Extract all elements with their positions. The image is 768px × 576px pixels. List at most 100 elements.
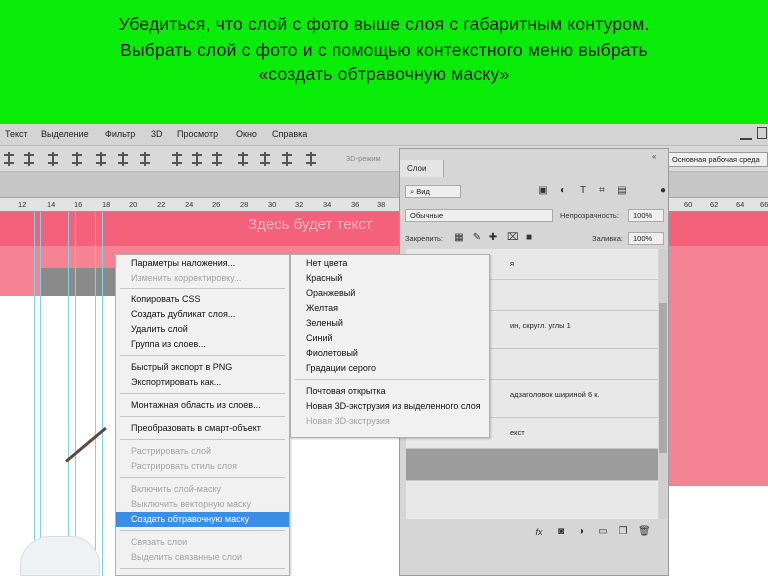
tab-layers[interactable]: Слои xyxy=(400,160,444,177)
align-bottom-icon[interactable] xyxy=(72,152,82,166)
menu-filter[interactable]: Фильтр xyxy=(105,129,135,139)
menu-separator xyxy=(120,530,285,531)
menu-item-red[interactable]: Красный xyxy=(291,271,489,286)
menu-item-convert-smart-object[interactable]: Преобразовать в смарт-объект xyxy=(116,421,289,436)
menu-item-delete-layer[interactable]: Удалить слой xyxy=(116,322,289,337)
distribute-bottom-icon[interactable] xyxy=(212,152,222,166)
ruler-number: 22 xyxy=(157,200,166,209)
lock-position-icon[interactable]: ✚ xyxy=(488,233,498,243)
menu-item-blue[interactable]: Синий xyxy=(291,331,489,346)
adjustment-filter-icon[interactable]: ◐ xyxy=(558,186,568,196)
menu-item-link-layers: Связать слои xyxy=(131,537,188,547)
menu-help[interactable]: Справка xyxy=(272,129,307,139)
workspace-select[interactable]: Основная рабочая среда xyxy=(668,152,768,167)
guide-line xyxy=(34,212,35,576)
menu-item-copy-css[interactable]: Копировать CSS xyxy=(116,292,289,307)
menu-item-export-as[interactable]: Экспортировать как... xyxy=(116,375,289,390)
menu-window[interactable]: Окно xyxy=(236,129,257,139)
instruction-banner: Убедиться, что слой с фото выше слоя с г… xyxy=(0,0,768,124)
gray-block xyxy=(40,268,120,296)
layer-filter-select[interactable]: ⌕ Вид xyxy=(405,185,461,198)
menu-item-quick-export-png[interactable]: Быстрый экспорт в PNG xyxy=(116,360,289,375)
align-icon[interactable] xyxy=(4,152,14,166)
mask-icon[interactable]: ◙ xyxy=(556,527,566,537)
distribute-top-icon[interactable] xyxy=(172,152,182,166)
menu-item-duplicate-layer[interactable]: Создать дубликат слоя... xyxy=(116,307,289,322)
align-vcenter-icon[interactable] xyxy=(48,152,58,166)
new-layer-icon[interactable]: ❐ xyxy=(618,527,628,537)
menu-selection[interactable]: Выделение xyxy=(41,129,89,139)
align-hcenter-icon[interactable] xyxy=(118,152,128,166)
menu-item-yellow[interactable]: Желтая xyxy=(291,301,489,316)
instruction-line-3: «создать обтравочную маску» xyxy=(258,64,510,84)
ruler-number: 28 xyxy=(240,200,249,209)
ruler-number: 24 xyxy=(185,200,194,209)
ruler-number: 20 xyxy=(129,200,138,209)
align-left-icon[interactable] xyxy=(96,152,106,166)
ruler-number: 32 xyxy=(295,200,304,209)
menu-item-group-from-layers[interactable]: Группа из слоев... xyxy=(116,337,289,352)
adjustment-icon[interactable]: ◑ xyxy=(576,527,586,537)
instruction-line-1: Убедиться, что слой с фото выше слоя с г… xyxy=(118,14,650,34)
menu-item-no-color[interactable]: Нет цвета xyxy=(291,256,489,271)
maximize-icon[interactable] xyxy=(757,127,767,139)
align-top-icon[interactable] xyxy=(24,152,34,166)
distribute-left-icon[interactable] xyxy=(238,152,248,166)
image-filter-icon[interactable]: ▣ xyxy=(538,186,548,196)
menu-item-postcard[interactable]: Почтовая открытка xyxy=(291,384,489,399)
photoshop-window: Текст Выделение Фильтр 3D Просмотр Окно … xyxy=(0,124,768,576)
smart-object-filter-icon[interactable]: ▤ xyxy=(617,186,627,196)
menu-item-orange[interactable]: Оранжевый xyxy=(291,286,489,301)
ruler-number: 66 xyxy=(760,200,768,209)
distribute-right-icon[interactable] xyxy=(282,152,292,166)
fx-icon[interactable]: fx xyxy=(534,527,544,537)
menu-item-enable-layer-mask: Включить слой-маску xyxy=(131,484,221,494)
type-filter-icon[interactable]: T xyxy=(578,186,588,196)
ruler-number: 16 xyxy=(74,200,83,209)
menu-item-3d-extrusion-selected[interactable]: Новая 3D-экструзия из выделенного слоя xyxy=(291,399,489,414)
menu-bar: Текст Выделение Фильтр 3D Просмотр Окно … xyxy=(0,124,768,146)
lock-label: Закрепить: xyxy=(405,234,444,243)
menu-item-rasterize-style: Растрировать стиль слоя xyxy=(131,461,237,471)
auto-align-icon[interactable] xyxy=(306,152,316,166)
lock-artboard-icon[interactable]: ⌧ xyxy=(507,233,519,243)
collapse-icon[interactable]: « xyxy=(652,152,656,161)
menu-item-green[interactable]: Зеленый xyxy=(291,316,489,331)
minimize-icon[interactable] xyxy=(740,128,752,140)
layer-row-selected[interactable] xyxy=(406,449,658,481)
menu-item-gray[interactable]: Градации серого xyxy=(291,361,489,376)
menu-item-blending-options[interactable]: Параметры наложения... xyxy=(116,256,289,271)
guide-line xyxy=(102,212,103,576)
ruler-number: 34 xyxy=(323,200,332,209)
menu-item-violet[interactable]: Фиолетовый xyxy=(291,346,489,361)
opacity-input[interactable]: 100% xyxy=(628,209,664,222)
shape-filter-icon[interactable]: ⌗ xyxy=(597,186,607,196)
layer-context-menu: Параметры наложения... Изменить корректи… xyxy=(115,254,290,576)
menu-text[interactable]: Текст xyxy=(5,129,28,139)
folder-icon[interactable]: ▭ xyxy=(598,527,608,537)
fill-input[interactable]: 100% xyxy=(628,232,664,245)
ruler-number: 64 xyxy=(736,200,745,209)
lock-paint-icon[interactable]: ✎ xyxy=(472,233,482,243)
menu-separator xyxy=(120,416,285,417)
menu-view[interactable]: Просмотр xyxy=(177,129,218,139)
guide-line xyxy=(68,212,69,576)
layers-scrollbar[interactable] xyxy=(659,249,667,519)
layer-name: екст xyxy=(510,428,525,437)
menu-3d[interactable]: 3D xyxy=(151,129,163,139)
align-right-icon[interactable] xyxy=(140,152,150,166)
3d-mode-label: 3D-режим xyxy=(346,154,381,163)
blend-mode-select[interactable]: Обычные xyxy=(405,209,553,222)
ruler-number: 30 xyxy=(268,200,277,209)
distribute-vcenter-icon[interactable] xyxy=(192,152,202,166)
filter-toggle-icon[interactable]: ● xyxy=(658,186,668,196)
menu-item-create-clipping-mask[interactable]: Создать обтравочную маску xyxy=(116,512,289,527)
menu-item-artboard-from-layers[interactable]: Монтажная область из слоев... xyxy=(116,398,289,413)
lock-all-icon[interactable]: ■ xyxy=(524,233,534,243)
lock-pixels-icon[interactable]: ▦ xyxy=(454,233,464,243)
guide-line xyxy=(95,212,96,576)
scroll-thumb[interactable] xyxy=(659,303,667,453)
trash-icon[interactable]: 🗑 xyxy=(638,527,651,537)
ruler-number: 38 xyxy=(377,200,386,209)
distribute-hcenter-icon[interactable] xyxy=(260,152,270,166)
